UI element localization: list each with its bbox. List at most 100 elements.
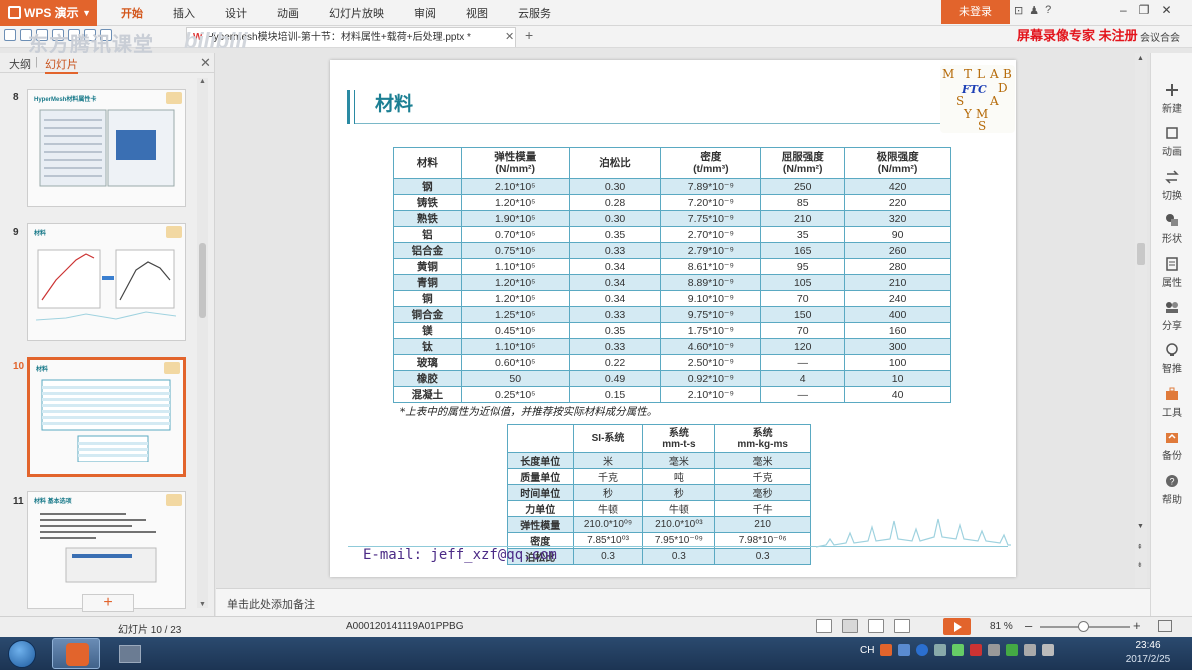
- taskbar-window-app[interactable]: [105, 638, 153, 669]
- scroll-up-icon[interactable]: ▲: [199, 78, 206, 85]
- transition-icon: [1165, 170, 1179, 184]
- zoom-slider[interactable]: [1040, 621, 1130, 632]
- tab-home[interactable]: 开始: [106, 0, 158, 26]
- slide[interactable]: 材料 M T L A B D A S Y M S FTC 材料 弹性模量 (N/mm…: [330, 60, 1016, 577]
- pane-label: 形状: [1162, 234, 1182, 245]
- tab-design[interactable]: 设计: [210, 0, 262, 26]
- row-label-cell: 黄铜: [393, 258, 462, 275]
- minimize-icon[interactable]: –: [1120, 3, 1127, 17]
- prev-slide-icon[interactable]: ⇞: [1137, 543, 1143, 551]
- notes-view-icon[interactable]: [816, 619, 832, 633]
- tab-cloud[interactable]: 云服务: [503, 0, 566, 26]
- table-header: 材料 弹性模量 (N/mm²) 泊松比 密度 (t/mm³) 屈服强度 (N/mm²) 极限强度…: [393, 147, 951, 179]
- slide-thumbnail-8[interactable]: HyperMesh材料属性卡: [27, 89, 186, 207]
- monitor-icon[interactable]: [952, 644, 965, 656]
- table-row: 弹性模量 210.0*10⁰⁹ 210.0*10⁰³ 210: [507, 516, 811, 533]
- add-slide-button[interactable]: +: [82, 594, 134, 612]
- pane-label: 帮助: [1162, 495, 1182, 506]
- thumbnail-title: HyperMesh材料属性卡: [34, 97, 97, 103]
- tray-icon[interactable]: [934, 644, 947, 656]
- slide-thumbnail-10[interactable]: 材料: [27, 357, 186, 477]
- help-tray-icon[interactable]: [916, 644, 929, 656]
- contact-email[interactable]: E-mail: jeff_xzf@qq.com: [363, 547, 557, 563]
- tab-outline[interactable]: 大纲: [9, 56, 31, 72]
- zoom-out-icon[interactable]: –: [1025, 618, 1032, 633]
- slide-thumbnail-9[interactable]: 材料: [27, 223, 186, 341]
- normal-view-icon[interactable]: [842, 619, 858, 633]
- table-cell: 1.25*10⁵: [460, 306, 570, 323]
- restore-icon[interactable]: ❐: [1139, 3, 1150, 17]
- flag-icon[interactable]: [1024, 644, 1037, 656]
- help-icon[interactable]: ?: [1045, 4, 1051, 17]
- ime-icon[interactable]: [898, 644, 911, 656]
- wps-tray-icon[interactable]: [880, 644, 893, 656]
- input-language[interactable]: CH: [860, 645, 874, 656]
- pane-share[interactable]: 分享: [1151, 300, 1192, 332]
- reading-view-icon[interactable]: [894, 619, 910, 633]
- tab-animation[interactable]: 动画: [262, 0, 314, 26]
- pane-label: 动画: [1162, 147, 1182, 158]
- scroll-down-icon[interactable]: ▼: [199, 601, 206, 608]
- slides-scrollbar[interactable]: ▲ ▼: [197, 78, 208, 608]
- table-row: 钢 2.10*10⁵ 0.30 7.89*10⁻⁹ 250 420: [393, 178, 951, 195]
- pane-backup[interactable]: 备份: [1151, 430, 1192, 462]
- logo-icon: [166, 494, 182, 506]
- close-panel-icon[interactable]: ✕: [200, 55, 211, 71]
- tab-slides[interactable]: 幻灯片: [45, 56, 78, 74]
- material-properties-table[interactable]: 材料 弹性模量 (N/mm²) 泊松比 密度 (t/mm³) 屈服强度 (N/mm²) 极限强度…: [393, 147, 951, 403]
- scroll-thumb[interactable]: [199, 243, 206, 318]
- close-icon[interactable]: ✕: [1161, 3, 1171, 17]
- pane-animation[interactable]: 动画: [1151, 126, 1192, 158]
- canvas-scrollbar[interactable]: ▲ ▼ ⇞ ⇟: [1135, 53, 1147, 588]
- zoom-level[interactable]: 81 %: [990, 621, 1013, 632]
- theme-name: A000120141119A01PPBG: [346, 621, 464, 632]
- pane-transition[interactable]: 切换: [1151, 170, 1192, 202]
- close-tab-icon[interactable]: ✕: [505, 30, 514, 43]
- column-header: 系统 mm-t-s: [642, 424, 716, 453]
- share-icon: [1166, 302, 1178, 313]
- pane-new[interactable]: 新建: [1151, 83, 1192, 115]
- new-tab-icon[interactable]: +: [525, 27, 533, 43]
- pane-properties[interactable]: 属性: [1151, 257, 1192, 289]
- table-cell: 220: [844, 194, 951, 211]
- tab-review[interactable]: 审阅: [399, 0, 451, 26]
- shirt-icon[interactable]: ♟: [1029, 4, 1039, 17]
- open-icon[interactable]: [4, 29, 16, 41]
- tab-slideshow[interactable]: 幻灯片放映: [314, 0, 399, 26]
- network-icon[interactable]: [988, 644, 1001, 656]
- volume-icon[interactable]: [1042, 644, 1055, 656]
- slide-title[interactable]: 材料: [375, 89, 413, 116]
- fit-window-icon[interactable]: [1158, 620, 1172, 632]
- slide-thumbnail-11[interactable]: 材料 基本选项: [27, 491, 186, 609]
- pane-shapes[interactable]: 形状: [1151, 213, 1192, 245]
- slide-sorter-icon[interactable]: [868, 619, 884, 633]
- zoom-slider-knob[interactable]: [1078, 621, 1090, 632]
- tab-insert[interactable]: 插入: [158, 0, 210, 26]
- table-footnote: *上表中的属性为近似值，并推荐按实际材料成分属性。: [400, 406, 658, 418]
- start-button[interactable]: [3, 638, 43, 669]
- shield-icon[interactable]: [1006, 644, 1019, 656]
- play-slideshow-button[interactable]: [943, 618, 971, 635]
- record-icon[interactable]: [970, 644, 983, 656]
- zoom-in-icon[interactable]: +: [1133, 618, 1141, 633]
- skin-icon[interactable]: ⊡: [1014, 4, 1023, 17]
- unit-system-table[interactable]: SI-系统 系统 mm-t-s 系统 mm-kg-ms 长度单位米毫米 毫米 质量单位 千克吨…: [507, 424, 811, 565]
- login-button[interactable]: 未登录: [941, 0, 1010, 24]
- scroll-up-icon[interactable]: ▲: [1137, 55, 1144, 62]
- scroll-down-icon[interactable]: ▼: [1137, 523, 1144, 530]
- properties-icon: [1166, 257, 1178, 271]
- taskbar-wps-app[interactable]: [52, 638, 100, 669]
- clock[interactable]: 23:46 2017/2/25: [1118, 639, 1178, 667]
- app-menu-button[interactable]: WPS 演示 ▼: [0, 0, 97, 26]
- next-slide-icon[interactable]: ⇟: [1137, 561, 1143, 569]
- row-label-cell: 钢: [393, 178, 462, 195]
- notes-pane[interactable]: 单击此处添加备注: [216, 588, 1150, 616]
- pane-smart[interactable]: 智推: [1151, 343, 1192, 375]
- title-underline: [355, 123, 945, 124]
- table-cell: 毫米: [642, 452, 716, 469]
- tab-view[interactable]: 视图: [451, 0, 503, 26]
- scroll-thumb[interactable]: [1137, 243, 1145, 265]
- pane-tools[interactable]: 工具: [1151, 387, 1192, 419]
- ftc-logo: M T L A B D A S Y M S FTC: [940, 65, 1015, 133]
- pane-help[interactable]: ? 帮助: [1151, 474, 1192, 506]
